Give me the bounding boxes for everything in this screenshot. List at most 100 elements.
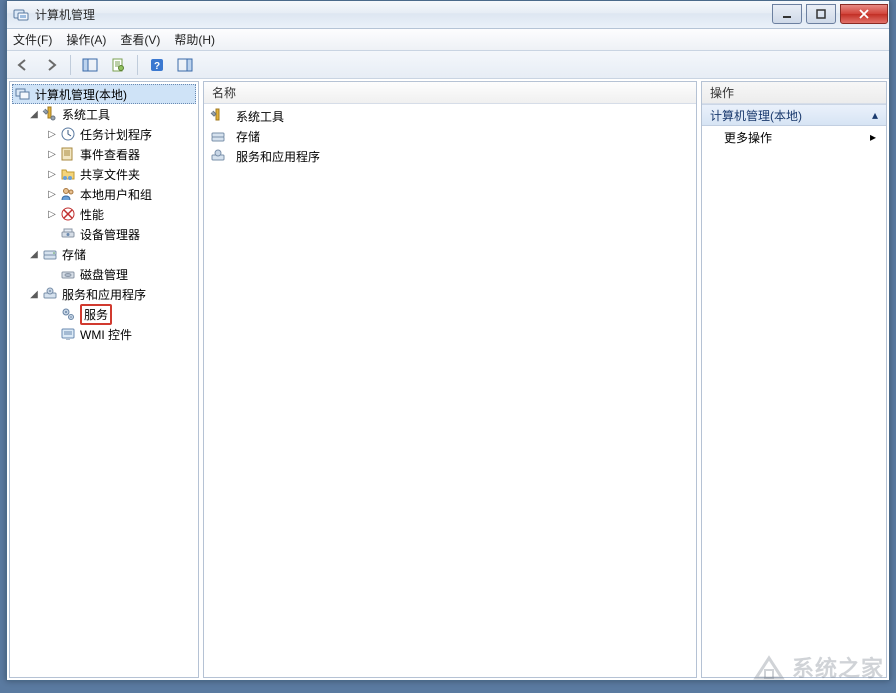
actions-header-label: 操作 (710, 84, 734, 101)
actions-header: 操作 (702, 82, 886, 104)
list-item-label: 存储 (236, 128, 260, 145)
toolbar-separator (70, 55, 71, 75)
action-label: 更多操作 (724, 129, 772, 146)
no-expander (46, 228, 58, 240)
menu-view[interactable]: 查看(V) (120, 31, 160, 48)
show-hide-tree-button[interactable] (78, 54, 102, 76)
tree-shared-folders[interactable]: ▷ 共享文件夹 (12, 164, 196, 184)
tools-icon (210, 108, 226, 124)
navigation-tree-pane: 计算机管理(本地) ◢ 系统工具 ▷ 任务计划程序 (9, 81, 199, 678)
storage-icon (42, 246, 58, 262)
tree-local-users[interactable]: ▷ 本地用户和组 (12, 184, 196, 204)
tree-label: 磁盘管理 (80, 266, 128, 283)
submenu-arrow-icon: ▸ (870, 130, 876, 144)
shared-folder-icon (60, 166, 76, 182)
menu-file[interactable]: 文件(F) (13, 31, 52, 48)
expand-icon[interactable]: ▷ (46, 168, 58, 180)
services-apps-icon (42, 286, 58, 302)
list-item[interactable]: 存储 (208, 126, 692, 146)
services-apps-icon (210, 148, 226, 164)
column-label: 名称 (212, 84, 236, 101)
tree-disk-management[interactable]: 磁盘管理 (12, 264, 196, 284)
collapse-arrow-icon: ▴ (872, 108, 878, 122)
action-section-header[interactable]: 计算机管理(本地) ▴ (702, 104, 886, 126)
details-pane: 名称 系统工具 存储 (203, 81, 697, 678)
tree-label: 任务计划程序 (80, 126, 152, 143)
collapse-icon[interactable]: ◢ (28, 108, 40, 120)
list-item-label: 系统工具 (236, 108, 284, 125)
list-item[interactable]: 服务和应用程序 (208, 146, 692, 166)
forward-button[interactable] (39, 54, 63, 76)
performance-icon (60, 206, 76, 222)
tree-label: 计算机管理(本地) (35, 86, 127, 103)
tree-device-manager[interactable]: 设备管理器 (12, 224, 196, 244)
expand-icon[interactable]: ▷ (46, 188, 58, 200)
users-icon (60, 186, 76, 202)
no-expander (46, 308, 58, 320)
maximize-button[interactable] (806, 4, 836, 24)
tree-system-tools[interactable]: ◢ 系统工具 (12, 104, 196, 124)
window-controls (768, 4, 888, 24)
column-header-name[interactable]: 名称 (204, 82, 696, 104)
action-more[interactable]: 更多操作 ▸ (702, 126, 886, 148)
tree-label: 存储 (62, 246, 86, 263)
close-button[interactable] (840, 4, 888, 24)
expand-icon[interactable]: ▷ (46, 148, 58, 160)
tree-services-apps[interactable]: ◢ 服务和应用程序 (12, 284, 196, 304)
tree-label: 服务 (84, 308, 108, 322)
window-title: 计算机管理 (35, 6, 768, 23)
wmi-icon (60, 326, 76, 342)
list-item-label: 服务和应用程序 (236, 148, 320, 165)
toolbar-separator (137, 55, 138, 75)
menu-help[interactable]: 帮助(H) (174, 31, 215, 48)
back-button[interactable] (11, 54, 35, 76)
actions-pane: 操作 计算机管理(本地) ▴ 更多操作 ▸ (701, 81, 887, 678)
show-action-pane-button[interactable] (173, 54, 197, 76)
tree-label: 服务和应用程序 (62, 286, 146, 303)
tree-label: 事件查看器 (80, 146, 140, 163)
collapse-icon[interactable]: ◢ (28, 288, 40, 300)
tree-label: 系统工具 (62, 106, 110, 123)
content-area: 计算机管理(本地) ◢ 系统工具 ▷ 任务计划程序 (7, 79, 889, 680)
tree-event-viewer[interactable]: ▷ 事件查看器 (12, 144, 196, 164)
navigation-tree[interactable]: 计算机管理(本地) ◢ 系统工具 ▷ 任务计划程序 (10, 82, 198, 677)
details-list[interactable]: 系统工具 存储 服务和应用程序 (204, 104, 696, 677)
tree-services[interactable]: 服务 (12, 304, 196, 324)
actions-body: 计算机管理(本地) ▴ 更多操作 ▸ (702, 104, 886, 677)
list-item[interactable]: 系统工具 (208, 106, 692, 126)
tree-wmi-control[interactable]: WMI 控件 (12, 324, 196, 344)
storage-icon (210, 128, 226, 144)
app-window: 计算机管理 文件(F) 操作(A) 查看(V) 帮助(H) (6, 0, 890, 681)
highlight-marker: 服务 (80, 304, 112, 325)
tree-root[interactable]: 计算机管理(本地) (12, 84, 196, 104)
device-icon (60, 226, 76, 242)
tools-icon (42, 106, 58, 122)
computer-management-icon (15, 86, 31, 102)
svg-text:?: ? (154, 61, 160, 72)
gears-icon (60, 306, 76, 322)
tree-task-scheduler[interactable]: ▷ 任务计划程序 (12, 124, 196, 144)
help-button[interactable]: ? (145, 54, 169, 76)
no-expander (46, 268, 58, 280)
toolbar: ? (7, 51, 889, 79)
event-log-icon (60, 146, 76, 162)
expand-icon[interactable]: ▷ (46, 128, 58, 140)
tree-storage[interactable]: ◢ 存储 (12, 244, 196, 264)
tree-label: 性能 (80, 206, 104, 223)
tree-label: 共享文件夹 (80, 166, 140, 183)
properties-button[interactable] (106, 54, 130, 76)
app-icon (13, 7, 29, 23)
tree-performance[interactable]: ▷ 性能 (12, 204, 196, 224)
titlebar[interactable]: 计算机管理 (7, 1, 889, 29)
tree-label: WMI 控件 (80, 326, 132, 343)
disk-icon (60, 266, 76, 282)
tree-label: 本地用户和组 (80, 186, 152, 203)
minimize-button[interactable] (772, 4, 802, 24)
clock-icon (60, 126, 76, 142)
no-expander (46, 328, 58, 340)
menu-action[interactable]: 操作(A) (66, 31, 106, 48)
tree-label: 设备管理器 (80, 226, 140, 243)
expand-icon[interactable]: ▷ (46, 208, 58, 220)
collapse-icon[interactable]: ◢ (28, 248, 40, 260)
menubar: 文件(F) 操作(A) 查看(V) 帮助(H) (7, 29, 889, 51)
